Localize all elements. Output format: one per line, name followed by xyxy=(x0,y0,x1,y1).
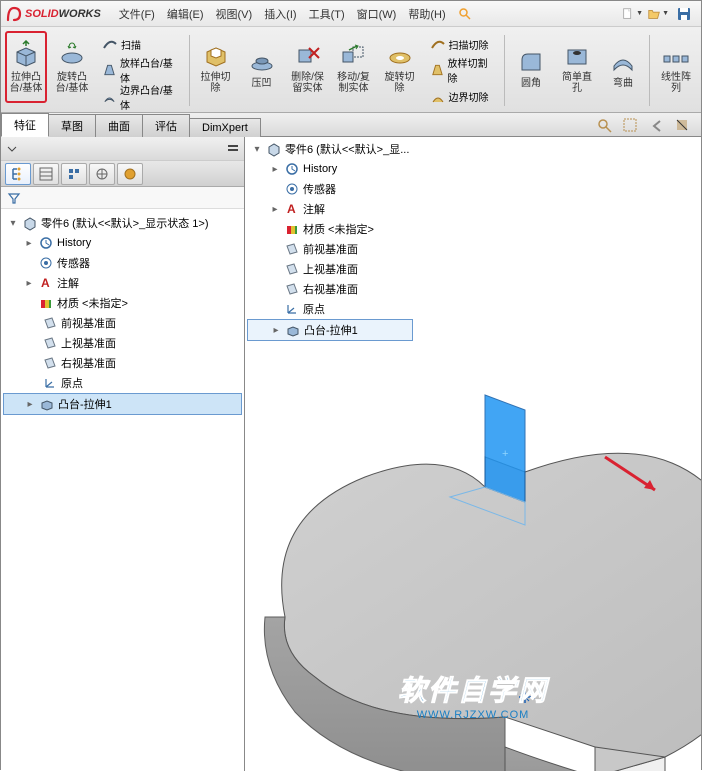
section-view-icon[interactable] xyxy=(673,116,693,136)
feature-manager-panel: ▾ 零件6 (默认<<默认>_显示状态 1>) ▸ History 传感器 ▸ … xyxy=(1,137,245,771)
tree-extrude1-label: 凸台-拉伸1 xyxy=(58,396,112,412)
tree-top-label: 上视基准面 xyxy=(61,335,116,351)
tree-right-plane[interactable]: 右视基准面 xyxy=(3,353,242,373)
tree-sensors[interactable]: 传感器 xyxy=(3,253,242,273)
fillet-button[interactable]: 圆角 xyxy=(510,31,552,103)
panel-toolbar xyxy=(1,137,244,161)
tree-annotations-label: 注解 xyxy=(57,275,79,291)
view-tools xyxy=(595,116,701,136)
flyout-right-plane[interactable]: 右视基准面 xyxy=(247,279,413,299)
tree-root[interactable]: ▾ 零件6 (默认<<默认>_显示状态 1>) xyxy=(3,213,242,233)
flyout-top-plane[interactable]: 上视基准面 xyxy=(247,259,413,279)
new-file-button[interactable]: ▼ xyxy=(620,3,644,25)
revolve-boss-button[interactable]: 旋转凸台/基体 xyxy=(51,31,93,103)
property-manager-tab[interactable] xyxy=(33,163,59,185)
menu-tools[interactable]: 工具(T) xyxy=(303,4,351,24)
panel-menu-icon[interactable] xyxy=(226,142,240,156)
svg-text:A: A xyxy=(41,276,50,290)
sweep-button[interactable]: 扫描 xyxy=(97,33,184,55)
filter-icon[interactable] xyxy=(7,191,21,205)
tree-top-plane[interactable]: 上视基准面 xyxy=(3,333,242,353)
tree-root-label: 零件6 (默认<<默认>_显示状态 1>) xyxy=(41,215,209,231)
boundary-boss-button[interactable]: 边界凸台/基体 xyxy=(97,86,184,108)
tab-feature[interactable]: 特征 xyxy=(1,113,49,137)
save-button[interactable] xyxy=(672,3,696,25)
tree-material[interactable]: 材质 <未指定> xyxy=(3,293,242,313)
tree-front-plane[interactable]: 前视基准面 xyxy=(3,313,242,333)
extrude-boss-button[interactable]: 拉伸凸台/基体 xyxy=(5,31,47,103)
tree-origin[interactable]: 原点 xyxy=(3,373,242,393)
tab-sketch[interactable]: 草图 xyxy=(48,114,96,137)
tab-evaluate[interactable]: 评估 xyxy=(142,114,190,137)
flyout-tree: ▾ 零件6 (默认<<默认>_显... ▸ History 传感器 ▸ A 注解… xyxy=(247,139,413,341)
menu-search-icon[interactable] xyxy=(452,5,478,23)
tree-sensors-label: 传感器 xyxy=(57,255,90,271)
boundary-cut-button[interactable]: 边界切除 xyxy=(425,86,500,108)
svg-text:A: A xyxy=(287,202,296,216)
flyout-annotations[interactable]: ▸ A 注解 xyxy=(247,199,413,219)
revolve-cut-button[interactable]: 旋转切除 xyxy=(379,31,421,103)
collapse-icon[interactable] xyxy=(5,142,19,156)
menu-help[interactable]: 帮助(H) xyxy=(402,4,451,24)
bend-button[interactable]: 弯曲 xyxy=(602,31,644,103)
menu-insert[interactable]: 插入(I) xyxy=(258,4,302,24)
tree-annotations[interactable]: ▸ A 注解 xyxy=(3,273,242,293)
feature-tree: ▾ 零件6 (默认<<默认>_显示状态 1>) ▸ History 传感器 ▸ … xyxy=(1,209,244,771)
menu-edit[interactable]: 编辑(E) xyxy=(161,4,210,24)
arrow-annotation xyxy=(600,452,670,502)
tree-history-label: History xyxy=(57,237,91,249)
svg-text:+: + xyxy=(502,448,508,460)
zoom-area-icon[interactable] xyxy=(621,116,641,136)
menu-window[interactable]: 窗口(W) xyxy=(351,4,403,24)
flyout-material[interactable]: 材质 <未指定> xyxy=(247,219,413,239)
flyout-root[interactable]: ▾ 零件6 (默认<<默认>_显... xyxy=(247,139,413,159)
previous-view-icon[interactable] xyxy=(647,116,667,136)
open-file-button[interactable]: ▼ xyxy=(646,3,670,25)
feature-tree-tab[interactable] xyxy=(5,163,31,185)
hole-wizard-button[interactable]: 简单直孔 xyxy=(556,31,598,103)
tree-material-label: 材质 <未指定> xyxy=(57,295,128,311)
linear-pattern-button[interactable]: 线性阵列 xyxy=(655,31,697,103)
tree-right-label: 右视基准面 xyxy=(61,355,116,371)
tree-extrude1[interactable]: ▸ 凸台-拉伸1 xyxy=(3,393,242,415)
filter-row xyxy=(1,187,244,209)
flyout-front-plane[interactable]: 前视基准面 xyxy=(247,239,413,259)
swept-cut-button[interactable]: 扫描切除 xyxy=(425,33,500,55)
flyout-origin[interactable]: 原点 xyxy=(247,299,413,319)
expand-icon[interactable]: ▾ xyxy=(7,217,19,229)
dimxpert-tab[interactable] xyxy=(89,163,115,185)
viewport[interactable]: ▾ 零件6 (默认<<默认>_显... ▸ History 传感器 ▸ A 注解… xyxy=(245,137,701,771)
move-copy-button[interactable]: 移动/复制实体 xyxy=(333,31,375,103)
loft-cut-button[interactable]: 放样切割除 xyxy=(425,59,500,81)
panel-tabs xyxy=(1,161,244,187)
tree-origin-label: 原点 xyxy=(61,375,83,391)
delete-body-button[interactable]: 删除/保留实体 xyxy=(287,31,329,103)
loft-boss-button[interactable]: 放样凸台/基体 xyxy=(97,59,184,81)
app-logo: SOLIDWORKS xyxy=(5,5,101,23)
menu-bar: SOLIDWORKS 文件(F) 编辑(E) 视图(V) 插入(I) 工具(T)… xyxy=(1,1,701,27)
menu-view[interactable]: 视图(V) xyxy=(210,4,259,24)
tab-dimxpert[interactable]: DimXpert xyxy=(189,118,261,137)
flyout-history[interactable]: ▸ History xyxy=(247,159,413,179)
flyout-sensors[interactable]: 传感器 xyxy=(247,179,413,199)
watermark: 软件自学网 WWW.RJZXW.COM xyxy=(398,669,548,721)
tab-surface[interactable]: 曲面 xyxy=(95,114,143,137)
configuration-tab[interactable] xyxy=(61,163,87,185)
display-tab[interactable] xyxy=(117,163,143,185)
command-tab-bar: 特征 草图 曲面 评估 DimXpert xyxy=(1,113,701,137)
ribbon: 拉伸凸台/基体 旋转凸台/基体 扫描 放样凸台/基体 边界凸台/基体 xyxy=(1,27,701,113)
logo-icon xyxy=(5,5,23,23)
extrude-cut-button[interactable]: 拉伸切除 xyxy=(195,31,237,103)
menu-file[interactable]: 文件(F) xyxy=(113,4,161,24)
tree-front-label: 前视基准面 xyxy=(61,315,116,331)
zoom-fit-icon[interactable] xyxy=(595,116,615,136)
tree-history[interactable]: ▸ History xyxy=(3,233,242,253)
dome-button[interactable]: 压凹 xyxy=(241,31,283,103)
